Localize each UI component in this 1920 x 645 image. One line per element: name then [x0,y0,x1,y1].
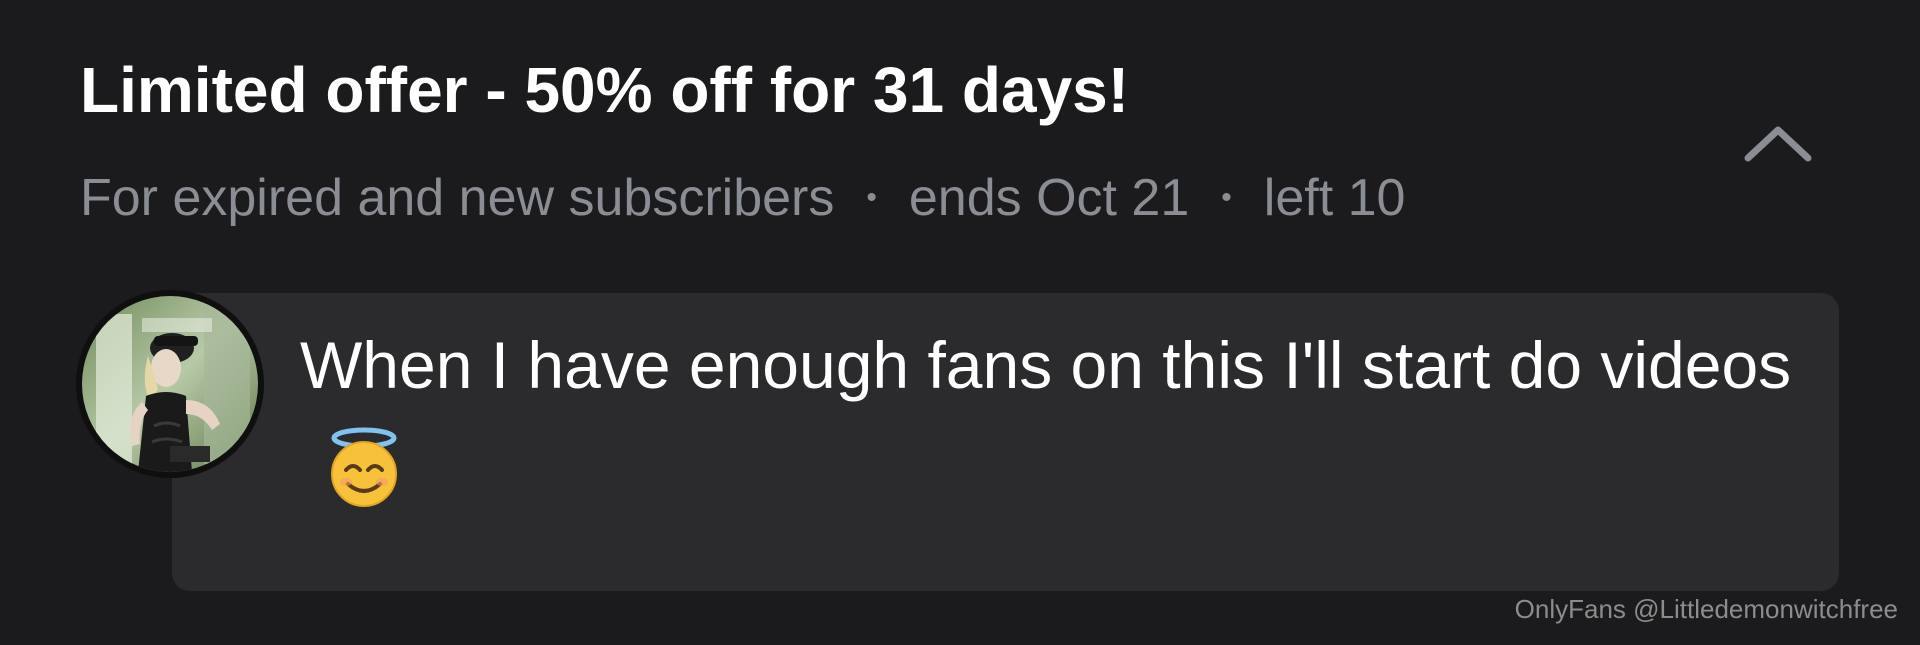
offer-end-date: ends Oct 21 [908,169,1190,227]
meta-separator: • [866,181,877,214]
message-body: When I have enough fans on this I'll sta… [300,328,1792,402]
avatar[interactable] [76,290,264,478]
chevron-up-icon [1744,126,1812,162]
meta-separator: • [1221,181,1232,214]
message-text: When I have enough fans on this I'll sta… [300,304,1800,548]
offer-meta: For expired and new subscribers • ends O… [80,172,1405,224]
watermark: OnlyFans @Littledemonwitchfree [1514,594,1898,624]
smiling-face-with-halo-icon [322,426,406,548]
offer-audience: For expired and new subscribers [80,169,835,227]
offer-title: Limited offer - 50% off for 31 days! [80,54,1130,126]
avatar-photo [82,296,258,472]
collapse-offer-button[interactable] [1738,112,1818,172]
offer-remaining: left 10 [1263,169,1406,227]
